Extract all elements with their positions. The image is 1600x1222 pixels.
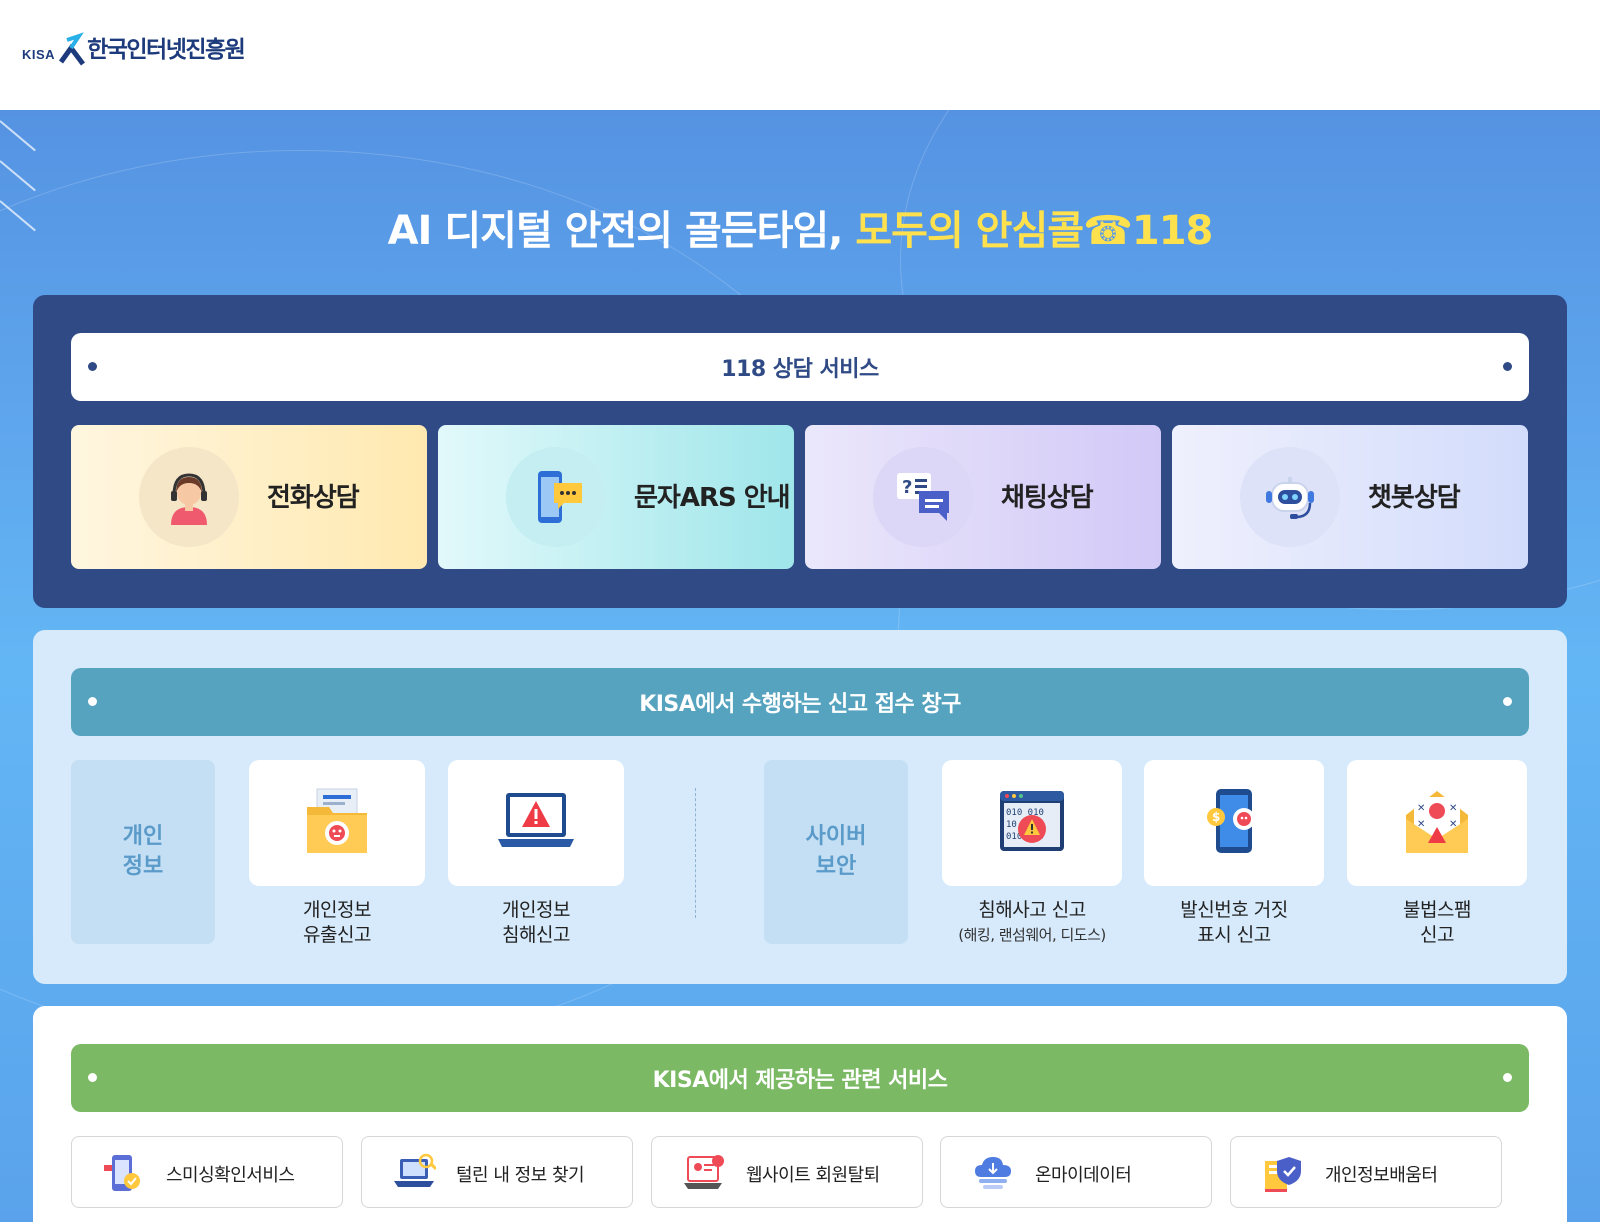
report-title-bar: KISA에서 수행하는 신고 접수 창구 bbox=[71, 668, 1529, 736]
bar-dot bbox=[88, 697, 97, 706]
category-personal-info: 개인 정보 bbox=[71, 760, 215, 944]
laptop-warning-icon bbox=[498, 791, 574, 855]
bar-dot bbox=[88, 362, 97, 371]
svg-text:?: ? bbox=[902, 477, 912, 498]
report-label: 개인정보 침해신고 bbox=[448, 898, 624, 948]
service-on-mydata[interactable]: 온마이데이터 bbox=[940, 1136, 1212, 1208]
phone-caller-icon: $ bbox=[1202, 787, 1266, 859]
logo-abbr: KISA bbox=[22, 47, 56, 62]
hero-title: AI 디지털 안전의 골든타임, 모두의 안심콜☎118 bbox=[0, 198, 1600, 256]
consult-label: 채팅상담 bbox=[1001, 483, 1094, 513]
service-label: 온마이데이터 bbox=[1035, 1165, 1132, 1186]
svg-text:✕: ✕ bbox=[1449, 803, 1457, 814]
deco-line bbox=[0, 120, 36, 152]
consult-title: 118 상담 서비스 bbox=[721, 357, 879, 382]
report-label-line1: 불법스팸 bbox=[1403, 899, 1471, 921]
site-header: KISA 한국인터넷진흥원 bbox=[0, 0, 1600, 110]
folder-leak-icon bbox=[305, 787, 369, 859]
consult-panel: 118 상담 서비스 전화상담 문자ARS 안내 ? 채팅상담 챗봇상담 bbox=[33, 295, 1567, 608]
report-label-line2: 표시 신고 bbox=[1197, 924, 1271, 946]
laptop-search-icon bbox=[392, 1151, 438, 1195]
hero-title-highlight: 모두의 안심콜☎118 bbox=[855, 208, 1213, 254]
chatbot-robot-icon bbox=[1240, 447, 1340, 547]
report-label-line2: 유출신고 bbox=[303, 924, 371, 946]
deco-line bbox=[0, 160, 36, 192]
consult-chatbot-card[interactable]: 챗봇상담 bbox=[1172, 425, 1528, 569]
bar-dot bbox=[88, 1073, 97, 1082]
report-label-line2: 침해신고 bbox=[502, 924, 570, 946]
report-label-line2: (해킹, 랜섬웨어, 디도스) bbox=[958, 926, 1106, 944]
service-label: 털린 내 정보 찾기 bbox=[456, 1165, 585, 1186]
report-label-line1: 개인정보 bbox=[303, 899, 371, 921]
category-cyber-security: 사이버 보안 bbox=[764, 760, 908, 944]
service-privacy-learning[interactable]: 개인정보배움터 bbox=[1230, 1136, 1502, 1208]
spam-mail-icon: ✕ ✕ ✕ ✕ bbox=[1402, 787, 1472, 859]
report-privacy-violation-card[interactable] bbox=[448, 760, 624, 886]
logo-name: 한국인터넷진흥원 bbox=[87, 37, 246, 63]
consult-title-bar: 118 상담 서비스 bbox=[71, 333, 1529, 401]
service-label: 웹사이트 회원탈퇴 bbox=[746, 1165, 880, 1186]
binary-alert-icon: 010 010 10 01 010 010 bbox=[998, 789, 1066, 857]
report-title: KISA에서 수행하는 신고 접수 창구 bbox=[639, 692, 961, 717]
service-smishing-check[interactable]: 스미싱확인서비스 bbox=[71, 1136, 343, 1208]
section-divider bbox=[695, 788, 696, 918]
consult-chat-card[interactable]: ? 채팅상담 bbox=[805, 425, 1161, 569]
report-label-line2: 신고 bbox=[1420, 924, 1454, 946]
bar-dot bbox=[1503, 362, 1512, 371]
privacy-learning-icon bbox=[1261, 1151, 1305, 1195]
cloud-data-icon bbox=[971, 1151, 1015, 1195]
bar-dot bbox=[1503, 697, 1512, 706]
report-label: 발신번호 거짓 표시 신고 bbox=[1144, 898, 1324, 948]
svg-text:$: $ bbox=[1212, 810, 1220, 824]
services-title-bar: KISA에서 제공하는 관련 서비스 bbox=[71, 1044, 1529, 1112]
report-label: 불법스팸 신고 bbox=[1347, 898, 1527, 948]
services-panel: KISA에서 제공하는 관련 서비스 스미싱확인서비스 털린 내 정보 찾기 웹… bbox=[33, 1006, 1567, 1222]
logo-mark-icon bbox=[57, 32, 86, 66]
report-privacy-leak-card[interactable] bbox=[249, 760, 425, 886]
services-title: KISA에서 제공하는 관련 서비스 bbox=[652, 1068, 948, 1093]
hero-title-main: AI 디지털 안전의 골든타임, bbox=[387, 208, 856, 254]
report-label: 개인정보 유출신고 bbox=[249, 898, 425, 948]
phone-message-icon bbox=[506, 447, 606, 547]
smishing-check-icon bbox=[102, 1151, 146, 1195]
report-intrusion-card[interactable]: 010 010 10 01 010 010 bbox=[942, 760, 1122, 886]
chat-bubbles-icon: ? bbox=[873, 447, 973, 547]
consult-label: 챗봇상담 bbox=[1368, 483, 1461, 513]
service-leaked-info-search[interactable]: 털린 내 정보 찾기 bbox=[361, 1136, 633, 1208]
consult-phone-card[interactable]: 전화상담 bbox=[71, 425, 427, 569]
kisa-logo[interactable]: KISA 한국인터넷진흥원 bbox=[22, 30, 246, 66]
consult-sms-card[interactable]: 문자ARS 안내 bbox=[438, 425, 794, 569]
report-panel: KISA에서 수행하는 신고 접수 창구 개인 정보 개인정보 유출신고 개인정… bbox=[33, 630, 1567, 984]
headset-agent-icon bbox=[139, 447, 239, 547]
website-withdraw-icon bbox=[682, 1151, 726, 1195]
service-website-withdraw[interactable]: 웹사이트 회원탈퇴 bbox=[651, 1136, 923, 1208]
report-label-line1: 개인정보 bbox=[502, 899, 570, 921]
report-label-line1: 발신번호 거짓 bbox=[1180, 899, 1288, 921]
consult-label: 문자ARS 안내 bbox=[634, 483, 791, 513]
report-spam-card[interactable]: ✕ ✕ ✕ ✕ bbox=[1347, 760, 1527, 886]
report-label: 침해사고 신고 (해킹, 랜섬웨어, 디도스) bbox=[942, 898, 1122, 948]
report-caller-id-card[interactable]: $ bbox=[1144, 760, 1324, 886]
report-label-line1: 침해사고 신고 bbox=[978, 899, 1086, 921]
service-label: 개인정보배움터 bbox=[1325, 1165, 1438, 1186]
consult-label: 전화상담 bbox=[267, 483, 360, 513]
bar-dot bbox=[1503, 1073, 1512, 1082]
service-label: 스미싱확인서비스 bbox=[166, 1165, 295, 1186]
svg-text:✕: ✕ bbox=[1417, 803, 1425, 814]
